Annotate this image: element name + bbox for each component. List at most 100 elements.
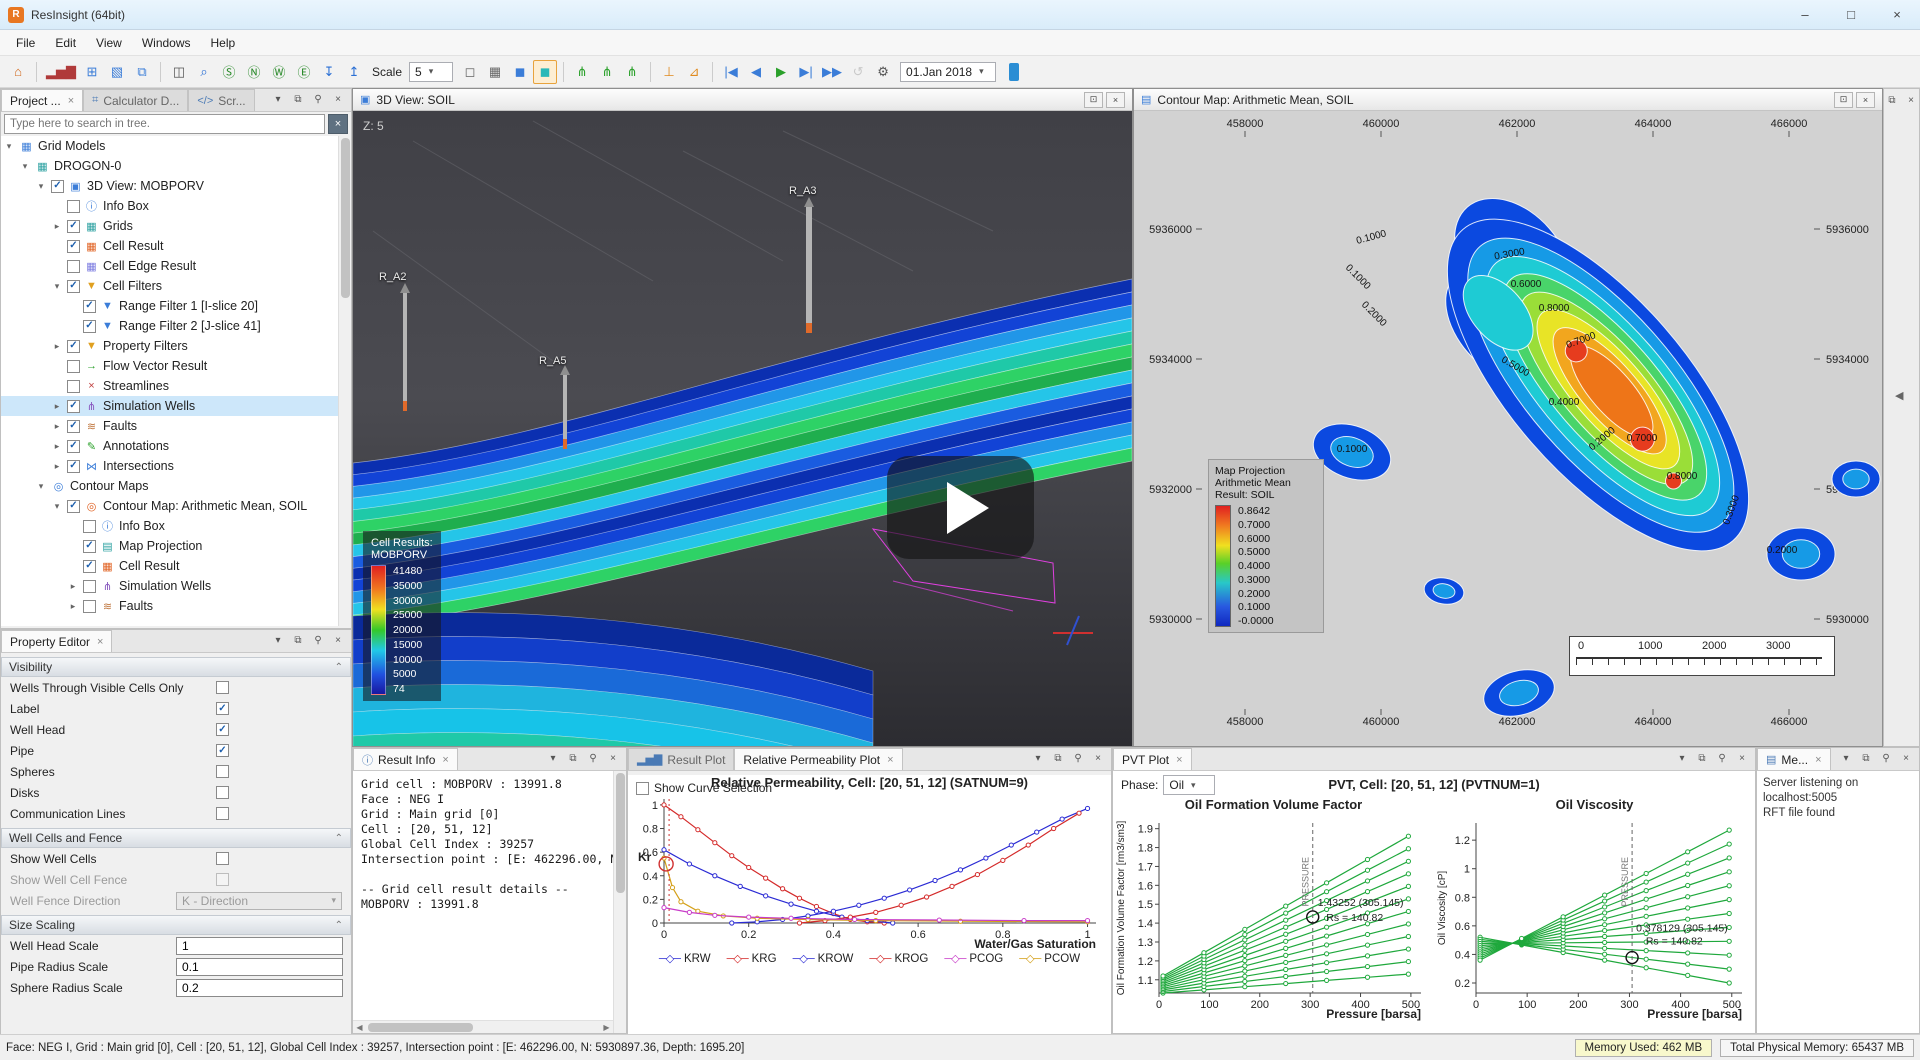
tab-result-plot[interactable]: ▂▅▇Result Plot xyxy=(628,748,734,770)
legend-item-krog[interactable]: ─◇─KROG xyxy=(869,952,928,965)
tree-item-checkbox[interactable] xyxy=(67,360,80,373)
scroll-right-icon[interactable]: ▶ xyxy=(600,1023,613,1032)
menu-view[interactable]: View xyxy=(86,32,132,54)
tree-item-property-filters[interactable]: ▸✓▼Property Filters xyxy=(1,336,351,356)
twisty-open-icon[interactable]: ▾ xyxy=(19,161,31,172)
well-cells-button[interactable]: ⋔ xyxy=(595,60,619,84)
menu-windows[interactable]: Windows xyxy=(132,32,201,54)
tab-close-icon[interactable]: × xyxy=(97,636,103,648)
relperm-menu-button[interactable]: ▾ xyxy=(1030,751,1046,766)
view-from-north-button[interactable]: Ⓝ xyxy=(242,60,266,84)
project-panel-close-button[interactable]: × xyxy=(330,92,346,107)
result-info-menu-button[interactable]: ▾ xyxy=(545,751,561,766)
tab-pvt-plot[interactable]: PVT Plot× xyxy=(1113,748,1192,770)
view-from-south-button[interactable]: Ⓢ xyxy=(217,60,241,84)
legend-item-pcow[interactable]: ─◇─PCOW xyxy=(1019,952,1080,965)
tab-result-info[interactable]: ⓘResult Info× xyxy=(353,748,458,770)
draw-style-mesh-button[interactable]: ▦ xyxy=(483,60,507,84)
tab-close-icon[interactable]: × xyxy=(1176,754,1182,766)
tab-close-icon[interactable]: × xyxy=(887,754,893,766)
tree-item-checkbox[interactable]: ✓ xyxy=(83,560,96,573)
messages-close-button[interactable]: × xyxy=(1898,751,1914,766)
collapse-left-icon[interactable]: ◀ xyxy=(1895,389,1903,402)
draw-style-surface-button[interactable]: ◼ xyxy=(508,60,532,84)
legend-item-krw[interactable]: ─◇─KRW xyxy=(659,952,711,965)
tree-item-grid-models[interactable]: ▾▦Grid Models xyxy=(1,136,351,156)
twisty-closed-icon[interactable]: ▸ xyxy=(51,441,63,452)
tree-item-checkbox[interactable]: ✓ xyxy=(51,180,64,193)
memory-used-indicator[interactable]: Memory Used: 462 MB xyxy=(1575,1039,1713,1057)
tab-property-editor[interactable]: Property Editor× xyxy=(1,630,112,652)
section-header-visibility[interactable]: Visibility⌃ xyxy=(1,657,351,677)
project-panel-menu-button[interactable]: ▾ xyxy=(270,92,286,107)
open-project-button[interactable]: ⌂ xyxy=(6,60,30,84)
video-play-overlay[interactable] xyxy=(887,456,1034,559)
view3d-titlebar[interactable]: ▣ 3D View: SOIL ⊡× xyxy=(353,89,1132,111)
minimize-button[interactable]: – xyxy=(1782,0,1828,29)
tree-item-simulation-wells[interactable]: ▸✓⋔Simulation Wells xyxy=(1,396,351,416)
tree-item-info-box[interactable]: ⓘInfo Box xyxy=(1,196,351,216)
all-wells-button[interactable]: ⋔ xyxy=(620,60,644,84)
checkbox-pipe[interactable]: ✓ xyxy=(216,744,229,757)
select-well-fence-direction[interactable]: K - Direction▾ xyxy=(176,892,342,910)
measurement-button[interactable]: ⊥ xyxy=(657,60,681,84)
pvt-float-button[interactable]: ⧉ xyxy=(1694,751,1710,766)
tree-item-checkbox[interactable]: ✓ xyxy=(83,540,96,553)
property-editor-float-button[interactable]: ⧉ xyxy=(290,633,306,648)
twisty-closed-icon[interactable]: ▸ xyxy=(51,401,63,412)
result-info-close-button[interactable]: × xyxy=(605,751,621,766)
scroll-left-icon[interactable]: ◀ xyxy=(353,1023,366,1032)
view-from-west-button[interactable]: Ⓦ xyxy=(267,60,291,84)
close-button[interactable]: × xyxy=(1874,0,1920,29)
vertical-scrollbar[interactable] xyxy=(613,771,626,1033)
contour-map-viewport[interactable]: 4580004580004600004600004620004620004640… xyxy=(1134,111,1882,746)
tree-item-drogon-0[interactable]: ▾▦DROGON-0 xyxy=(1,156,351,176)
tab-close-icon[interactable]: × xyxy=(68,95,74,107)
twisty-closed-icon[interactable]: ▸ xyxy=(51,461,63,472)
messages-float-button[interactable]: ⧉ xyxy=(1858,751,1874,766)
twisty-open-icon[interactable]: ▾ xyxy=(35,181,47,192)
twisty-closed-icon[interactable]: ▸ xyxy=(67,601,79,612)
checkbox-disks[interactable] xyxy=(216,786,229,799)
reservoir-3d-scene[interactable] xyxy=(353,111,1132,746)
tree-item-checkbox[interactable]: ✓ xyxy=(67,340,80,353)
twisty-open-icon[interactable]: ▾ xyxy=(35,481,47,492)
tree-item-checkbox[interactable] xyxy=(67,200,80,213)
animation-last-frame-button[interactable]: ▶▶ xyxy=(819,60,845,84)
animation-step-back-button[interactable]: ◀ xyxy=(744,60,768,84)
input-well-head-scale[interactable] xyxy=(176,937,343,955)
scrollbar-track[interactable] xyxy=(366,1021,600,1033)
viscosity-chart[interactable]: 01002003004005000.20.40.60.811.2Pressure… xyxy=(1434,815,1752,1021)
tree-item-annotations[interactable]: ▸✓✎Annotations xyxy=(1,436,351,456)
result-info-float-button[interactable]: ⧉ xyxy=(565,751,581,766)
scale-select[interactable]: 5 ▾ xyxy=(409,62,453,82)
checkbox-label[interactable]: ✓ xyxy=(216,702,229,715)
show-well-paths-button[interactable]: ⋔ xyxy=(570,60,594,84)
tree-item-map-projection[interactable]: ✓▤Map Projection xyxy=(1,536,351,556)
view3d-restore-button[interactable]: ⊡ xyxy=(1084,92,1103,108)
scrollbar-thumb[interactable] xyxy=(616,773,625,893)
tree-item-checkbox[interactable] xyxy=(83,580,96,593)
tree-item-checkbox[interactable]: ✓ xyxy=(67,400,80,413)
property-editor-close-button[interactable]: × xyxy=(330,633,346,648)
snapshot-button[interactable]: ⧉ xyxy=(130,60,154,84)
checkbox-communication-lines[interactable] xyxy=(216,807,229,820)
tree-item-cell-result[interactable]: ✓▦Cell Result xyxy=(1,556,351,576)
legend-item-pcog[interactable]: ─◇─PCOG xyxy=(944,952,1003,965)
animation-first-frame-button[interactable]: |◀ xyxy=(719,60,743,84)
tree-item-info-box[interactable]: ⓘInfo Box xyxy=(1,516,351,536)
legend-item-krow[interactable]: ─◇─KROW xyxy=(793,952,854,965)
view3d-viewport[interactable]: Z: 5 R_A2R_A3R_A5 Cell Results:MOBPORV 4… xyxy=(353,111,1132,746)
show-curve-selection-checkbox[interactable] xyxy=(636,782,649,795)
animation-settings-button[interactable]: ⚙ xyxy=(871,60,895,84)
draw-style-faults-button[interactable]: ◼ xyxy=(533,60,557,84)
animation-play-button[interactable]: ▶ xyxy=(769,60,793,84)
phase-select[interactable]: Oil ▾ xyxy=(1163,775,1215,795)
result-info-pin-button[interactable]: ⚲ xyxy=(585,751,601,766)
relperm-float-button[interactable]: ⧉ xyxy=(1050,751,1066,766)
fvf-chart[interactable]: 01002003004005001.11.21.31.41.51.61.71.8… xyxy=(1113,815,1431,1021)
tree-item-checkbox[interactable] xyxy=(83,600,96,613)
twisty-closed-icon[interactable]: ▸ xyxy=(67,581,79,592)
zoom-all-button[interactable]: ⌕ xyxy=(192,60,216,84)
plot-window-button[interactable]: ▧ xyxy=(105,60,129,84)
